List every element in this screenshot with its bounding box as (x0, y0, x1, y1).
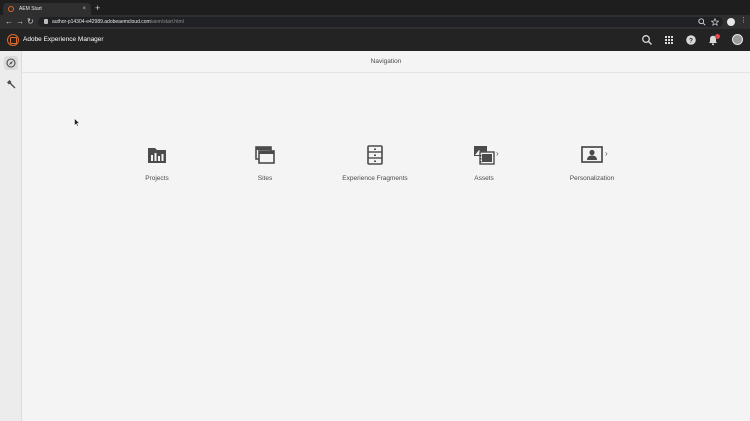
rail-tools-button[interactable] (4, 77, 18, 91)
forward-icon[interactable]: → (16, 17, 24, 27)
navigation-icon (6, 58, 16, 68)
url-host: author-p14304-e42989.adobeaemcloud.com (52, 19, 151, 25)
left-rail (0, 51, 22, 421)
browser-tab[interactable]: AEM Start × (3, 3, 91, 15)
browser-toolbar: ← → ↻ author-p14304-e42989.adobeaemcloud… (0, 15, 750, 29)
address-bar[interactable]: author-p14304-e42989.adobeaemcloud.com/a… (38, 17, 723, 27)
mouse-cursor-icon (74, 118, 80, 127)
browser-tab-strip: AEM Start × + (0, 0, 750, 15)
tile-experience-fragments[interactable]: Experience Fragments (330, 140, 420, 190)
bookmark-star-icon[interactable] (711, 18, 719, 26)
apps-grid-icon[interactable] (663, 34, 675, 46)
page-title: Navigation (370, 58, 402, 65)
notification-badge (715, 34, 720, 39)
sites-icon (255, 146, 275, 164)
chevron-right-icon: › (496, 149, 499, 158)
tile-label-sites: Sites (257, 175, 273, 182)
tile-personalization[interactable]: › Personalization (547, 140, 637, 190)
browser-menu-icon[interactable]: ⋮ (740, 17, 747, 25)
tile-label-personalization: Personalization (569, 175, 615, 182)
experience-fragments-icon (367, 145, 383, 165)
tile-label-assets: Assets (474, 175, 494, 182)
aem-favicon-icon (8, 6, 14, 12)
tile-sites[interactable]: Sites (220, 140, 310, 190)
projects-icon (148, 148, 166, 163)
chevron-right-icon: › (605, 149, 608, 158)
aem-header: Adobe Experience Manager ? (0, 29, 750, 51)
tab-close-icon[interactable]: × (82, 6, 86, 12)
url-text: author-p14304-e42989.adobeaemcloud.com/a… (52, 19, 184, 25)
tools-icon (7, 80, 16, 89)
url-path: /aem/start.html (150, 19, 184, 25)
tile-projects[interactable]: Projects (112, 140, 202, 190)
tab-title: AEM Start (19, 6, 42, 12)
lock-icon (44, 19, 48, 24)
help-icon[interactable]: ? (685, 34, 697, 46)
tile-label-projects: Projects (145, 175, 169, 182)
tile-label-experience-fragments: Experience Fragments (342, 175, 408, 182)
search-icon[interactable] (641, 34, 653, 46)
page-header: Navigation (22, 51, 750, 73)
rail-navigation-button[interactable] (4, 56, 18, 70)
personalization-icon (581, 146, 603, 163)
back-icon[interactable]: ← (5, 17, 13, 27)
zoom-icon[interactable] (698, 18, 706, 26)
user-avatar[interactable] (732, 34, 743, 45)
app-title[interactable]: Adobe Experience Manager (23, 36, 104, 43)
assets-icon (474, 146, 495, 165)
svg-text:?: ? (689, 37, 693, 44)
browser-profile-icon[interactable] (727, 18, 735, 26)
new-tab-button[interactable]: + (95, 3, 100, 13)
aem-logo-icon[interactable] (7, 34, 19, 46)
tile-assets[interactable]: › Assets (439, 140, 529, 190)
reload-icon[interactable]: ↻ (27, 17, 34, 27)
